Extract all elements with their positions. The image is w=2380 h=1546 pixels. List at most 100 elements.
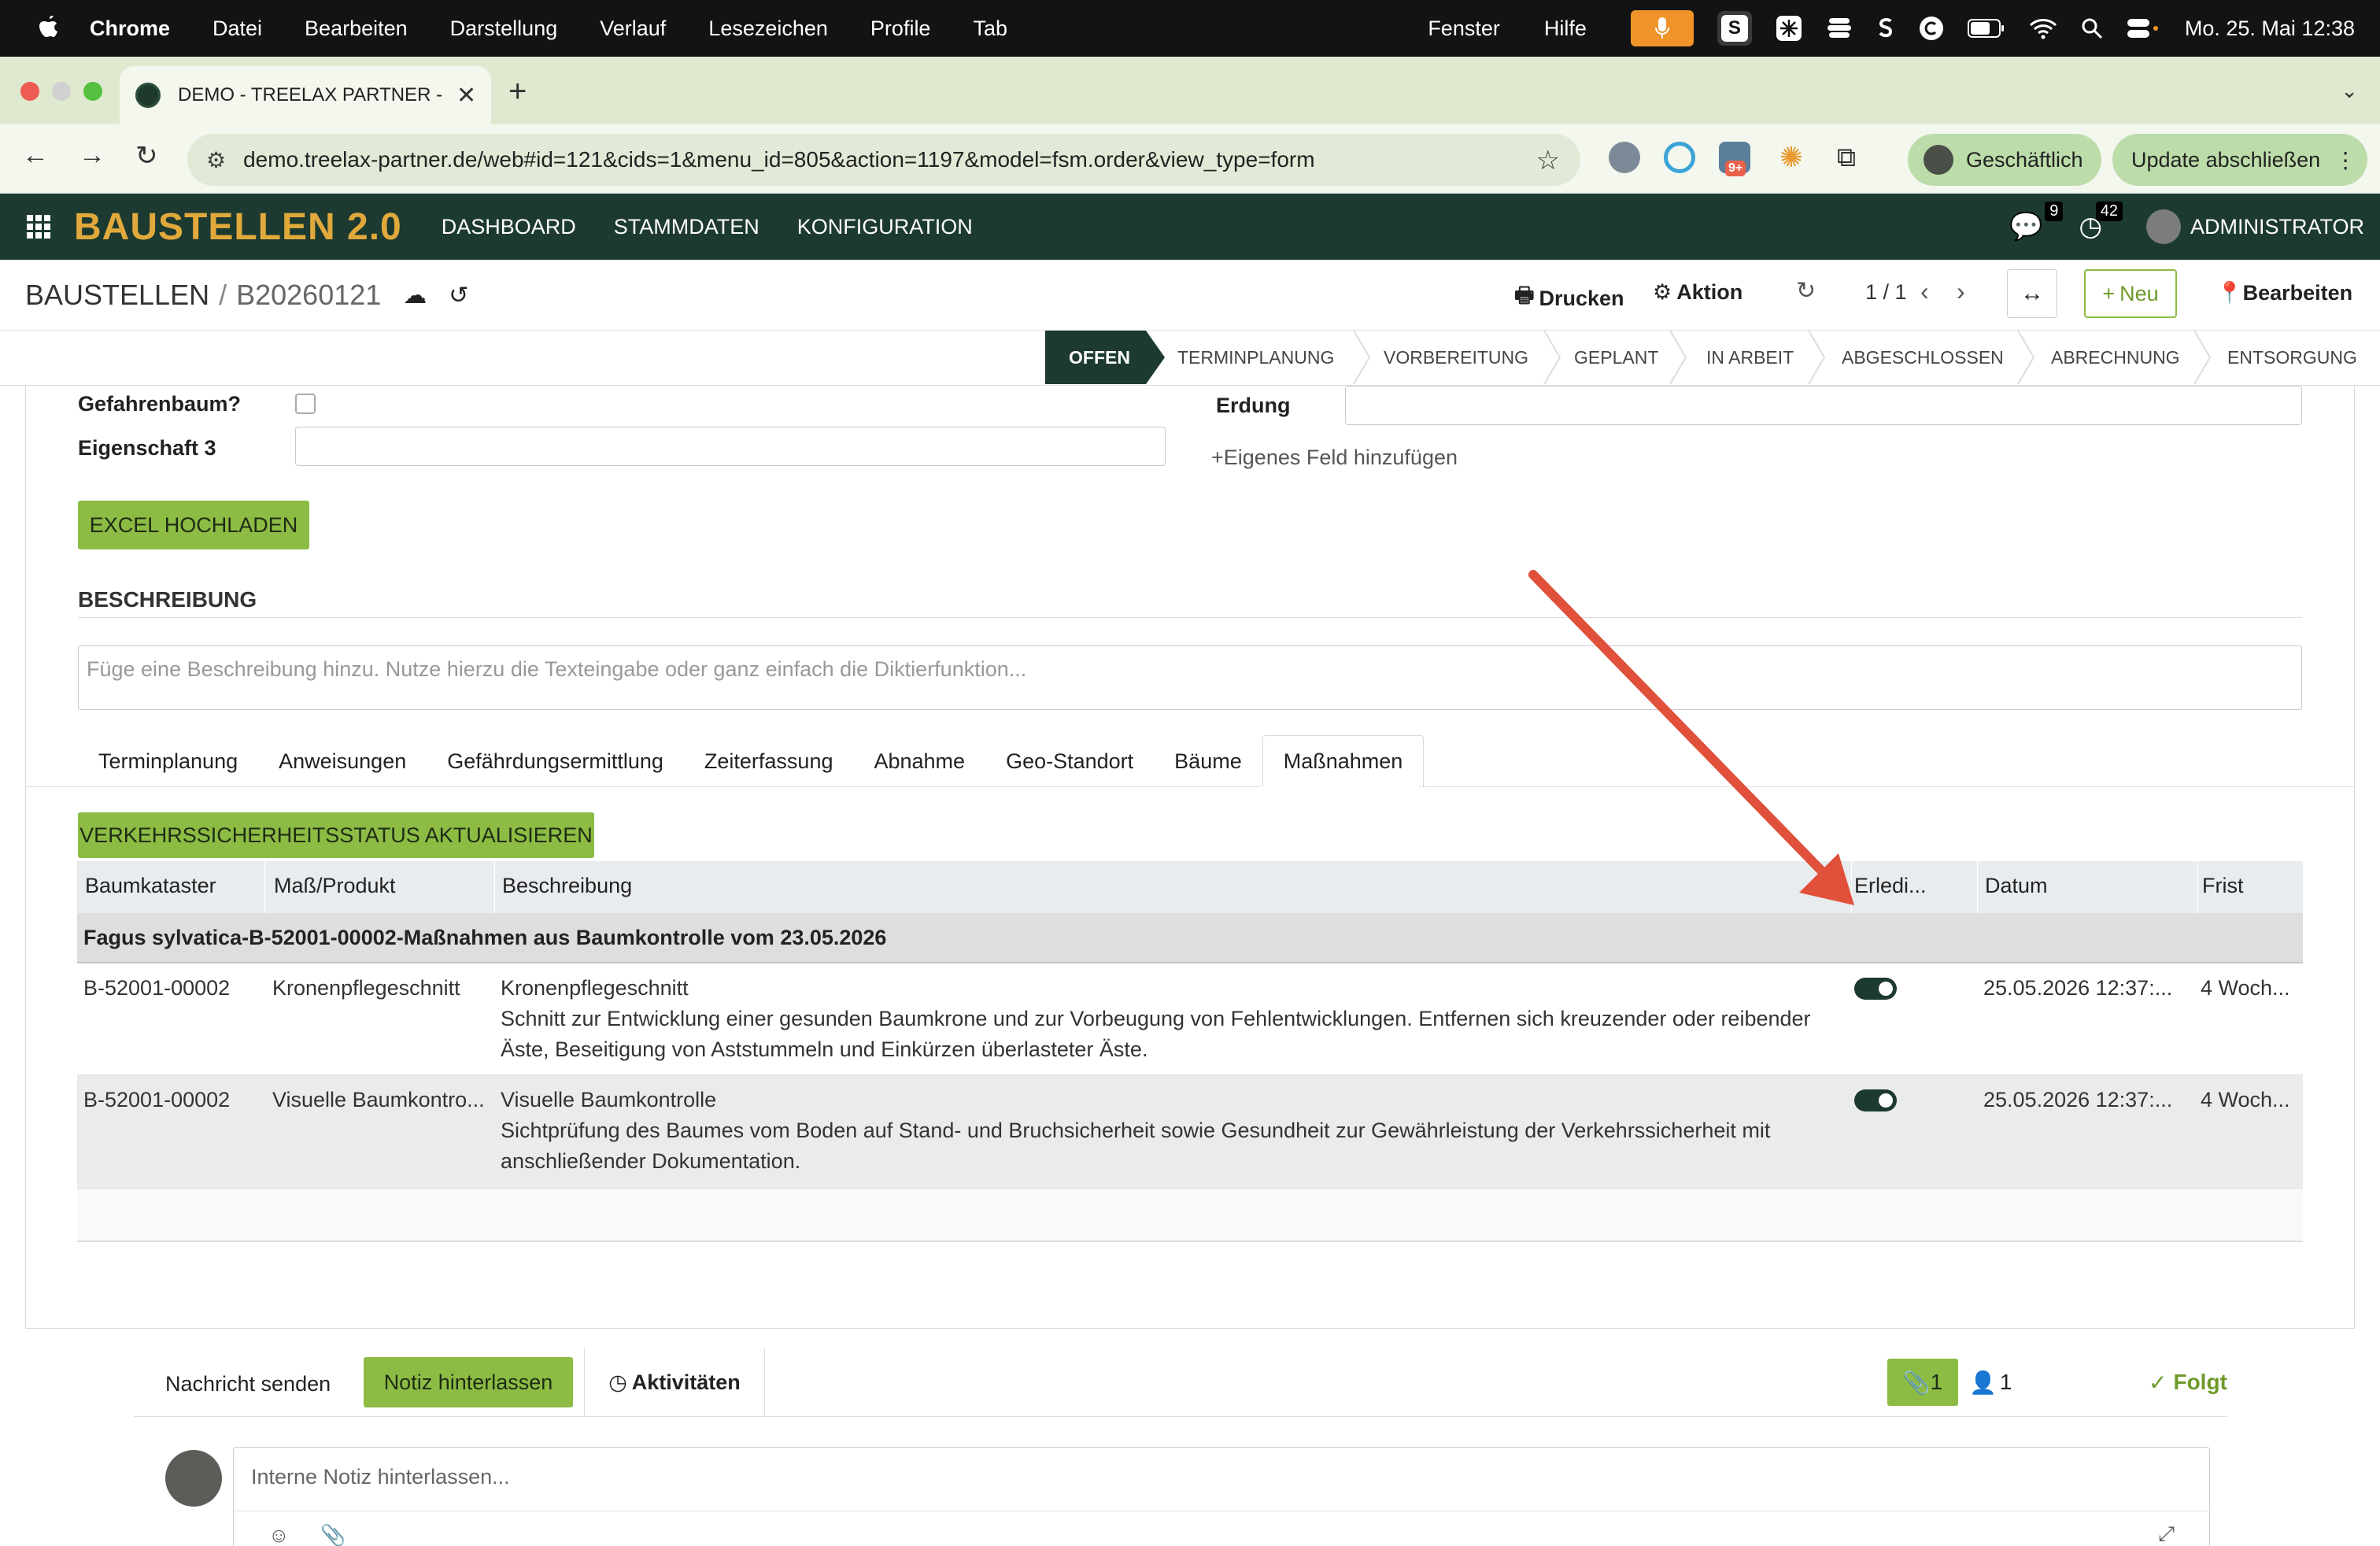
pager-previous-icon[interactable]: ‹ (1920, 277, 1929, 306)
menu-darstellung[interactable]: Darstellung (450, 17, 558, 41)
stage-geplant[interactable]: GEPLANT (1574, 331, 1658, 384)
stage-entsorgung[interactable]: ENTSORGUNG (2227, 331, 2357, 384)
nav-konfiguration[interactable]: KONFIGURATION (797, 215, 973, 239)
tab-zeiterfassung[interactable]: Zeiterfassung (684, 735, 854, 787)
activities-button[interactable]: ◷ 42 (2079, 202, 2123, 242)
stage-abrechnung[interactable]: ABRECHNUNG (2051, 331, 2180, 384)
menu-verlauf[interactable]: Verlauf (600, 17, 666, 41)
new-tab-icon[interactable]: + (508, 74, 527, 109)
tab-anweisungen[interactable]: Anweisungen (258, 735, 427, 787)
log-note-button[interactable]: Notiz hinterlassen (364, 1357, 573, 1407)
menu-tab[interactable]: Tab (973, 17, 1007, 41)
stage-in-arbeit[interactable]: IN ARBEIT (1706, 331, 1794, 384)
window-close-button[interactable] (20, 82, 39, 101)
more-vertical-icon[interactable]: ⋮ (2334, 147, 2356, 173)
profile-button[interactable]: Geschäftlich (1908, 134, 2101, 186)
refresh-icon[interactable]: ↻ (1796, 277, 1816, 305)
pager-value[interactable]: 1 / 1 (1865, 280, 1907, 305)
follow-button[interactable]: ✓ Folgt (2149, 1359, 2227, 1406)
extension-sync-icon[interactable] (1664, 142, 1695, 173)
battery-icon[interactable] (1967, 18, 2005, 39)
erledigt-toggle[interactable] (1854, 978, 1897, 1000)
update-button[interactable]: Update abschließen ⋮ (2112, 134, 2367, 186)
spotlight-search-icon[interactable] (2081, 17, 2103, 39)
table-row[interactable]: B-52001-00002 Visuelle Baumkontro... Vis… (77, 1075, 2303, 1189)
update-safety-status-button[interactable]: VERKEHRSSICHERHEITSSTATUS AKTUALISIEREN (78, 812, 594, 858)
col-frist[interactable]: Frist (2202, 874, 2243, 898)
reload-icon[interactable]: ↻ (135, 140, 158, 172)
print-button[interactable]: 🖶 Drucken (1514, 280, 1624, 316)
wifi-icon[interactable] (2029, 17, 2057, 39)
pager-next-icon[interactable]: › (1957, 277, 1965, 306)
tab-baeume[interactable]: Bäume (1154, 735, 1262, 787)
address-url[interactable]: demo.treelax-partner.de/web#id=121&cids=… (243, 147, 1314, 172)
tab-terminplanung[interactable]: Terminplanung (78, 735, 258, 787)
send-message-button[interactable]: Nachricht senden (165, 1360, 331, 1407)
back-arrow-icon[interactable]: ← (22, 140, 49, 171)
tab-search-chevron-icon[interactable]: ⌄ (2341, 79, 2358, 103)
description-input[interactable]: Füge eine Beschreibung hinzu. Nutze hier… (78, 645, 2302, 710)
cloud-upload-icon[interactable]: ☁ (403, 282, 427, 309)
apps-grid-icon[interactable] (27, 215, 50, 239)
snowflake-icon[interactable] (1776, 15, 1802, 42)
attachments-button[interactable]: 📎 1 (1887, 1359, 1958, 1406)
menu-datei[interactable]: Datei (213, 17, 262, 41)
address-bar[interactable]: ⚙ demo.treelax-partner.de/web#id=121&cid… (187, 134, 1580, 186)
extension-sun-icon[interactable]: ✺ (1776, 142, 1807, 173)
col-datum[interactable]: Datum (1985, 874, 2048, 898)
dollar-icon[interactable] (1876, 15, 1895, 42)
erledigt-toggle[interactable] (1854, 1089, 1897, 1111)
window-minimize-button[interactable] (52, 82, 71, 101)
table-row[interactable]: B-52001-00002 Kronenpflegeschnitt Kronen… (77, 963, 2303, 1075)
tab-massnahmen[interactable]: Maßnahmen (1262, 735, 1425, 787)
note-composer[interactable]: Interne Notiz hinterlassen... ☺ 📎 ⤢ (233, 1447, 2210, 1546)
activities-button[interactable]: ◷ Aktivitäten (584, 1348, 765, 1417)
stage-terminplanung[interactable]: TERMINPLANUNG (1177, 331, 1334, 384)
col-baumkataster[interactable]: Baumkataster (85, 874, 216, 898)
excel-upload-button[interactable]: EXCEL HOCHLADEN (78, 501, 309, 549)
nav-stammdaten[interactable]: STAMMDATEN (614, 215, 759, 239)
edit-button[interactable]: 📍Bearbeiten (2216, 280, 2352, 305)
col-beschreibung[interactable]: Beschreibung (502, 874, 632, 898)
breadcrumb-parent[interactable]: BAUSTELLEN (25, 279, 209, 312)
user-name[interactable]: ADMINISTRATOR (2190, 215, 2364, 239)
user-avatar[interactable] (2145, 209, 2181, 244)
menu-app-chrome[interactable]: Chrome (90, 17, 170, 41)
gefahrenbaum-checkbox[interactable] (295, 394, 316, 414)
apple-icon[interactable] (38, 16, 60, 41)
s-app-icon[interactable]: S (1717, 11, 1752, 46)
tab-abnahme[interactable]: Abnahme (853, 735, 985, 787)
menu-bearbeiten[interactable]: Bearbeiten (305, 17, 408, 41)
menu-profile[interactable]: Profile (870, 17, 931, 41)
tab-gefaehrdungsermittlung[interactable]: Gefährdungsermittlung (427, 735, 684, 787)
app-brand[interactable]: BAUSTELLEN 2.0 (74, 205, 402, 249)
nav-dashboard[interactable]: DASHBOARD (442, 215, 576, 239)
extensions-puzzle-icon[interactable]: ⧉ (1831, 142, 1862, 173)
menu-fenster[interactable]: Fenster (1428, 17, 1500, 41)
menu-hilfe[interactable]: Hilfe (1544, 17, 1587, 41)
copyright-icon[interactable] (1919, 16, 1944, 41)
tab-geo-standort[interactable]: Geo-Standort (985, 735, 1154, 787)
stage-vorbereitung[interactable]: VORBEREITUNG (1384, 331, 1528, 384)
stage-offen[interactable]: OFFEN (1045, 331, 1165, 384)
table-group-row[interactable]: Fagus sylvatica-B-52001-00002-Maßnahmen … (77, 913, 2303, 963)
discard-undo-icon[interactable]: ↺ (449, 282, 468, 309)
composer-placeholder[interactable]: Interne Notiz hinterlassen... (251, 1465, 510, 1489)
erdung-input[interactable] (1345, 386, 2302, 425)
control-center-icon[interactable] (2127, 17, 2161, 39)
new-record-button[interactable]: + Neu (2084, 269, 2177, 318)
emoji-icon[interactable]: ☺ (268, 1523, 290, 1546)
stack-icon[interactable] (1826, 17, 1853, 40)
stage-abgeschlossen[interactable]: ABGESCHLOSSEN (1842, 331, 2004, 384)
col-erledigt[interactable]: Erledi... (1854, 874, 1927, 898)
followers-button[interactable]: 👤 1 (1969, 1359, 2012, 1406)
fullscreen-icon[interactable]: ⤢ (2158, 1522, 2175, 1546)
site-info-icon[interactable]: ⚙ (206, 147, 226, 173)
extension-lock-icon[interactable] (1609, 142, 1640, 173)
col-mass-produkt[interactable]: Maß/Produkt (274, 874, 396, 898)
expand-width-button[interactable]: ↔ (2007, 269, 2057, 318)
tab-close-icon[interactable]: ✕ (456, 82, 476, 109)
menu-lesezeichen[interactable]: Lesezeichen (708, 17, 828, 41)
forward-arrow-icon[interactable]: → (79, 140, 105, 171)
window-zoom-button[interactable] (83, 82, 102, 101)
